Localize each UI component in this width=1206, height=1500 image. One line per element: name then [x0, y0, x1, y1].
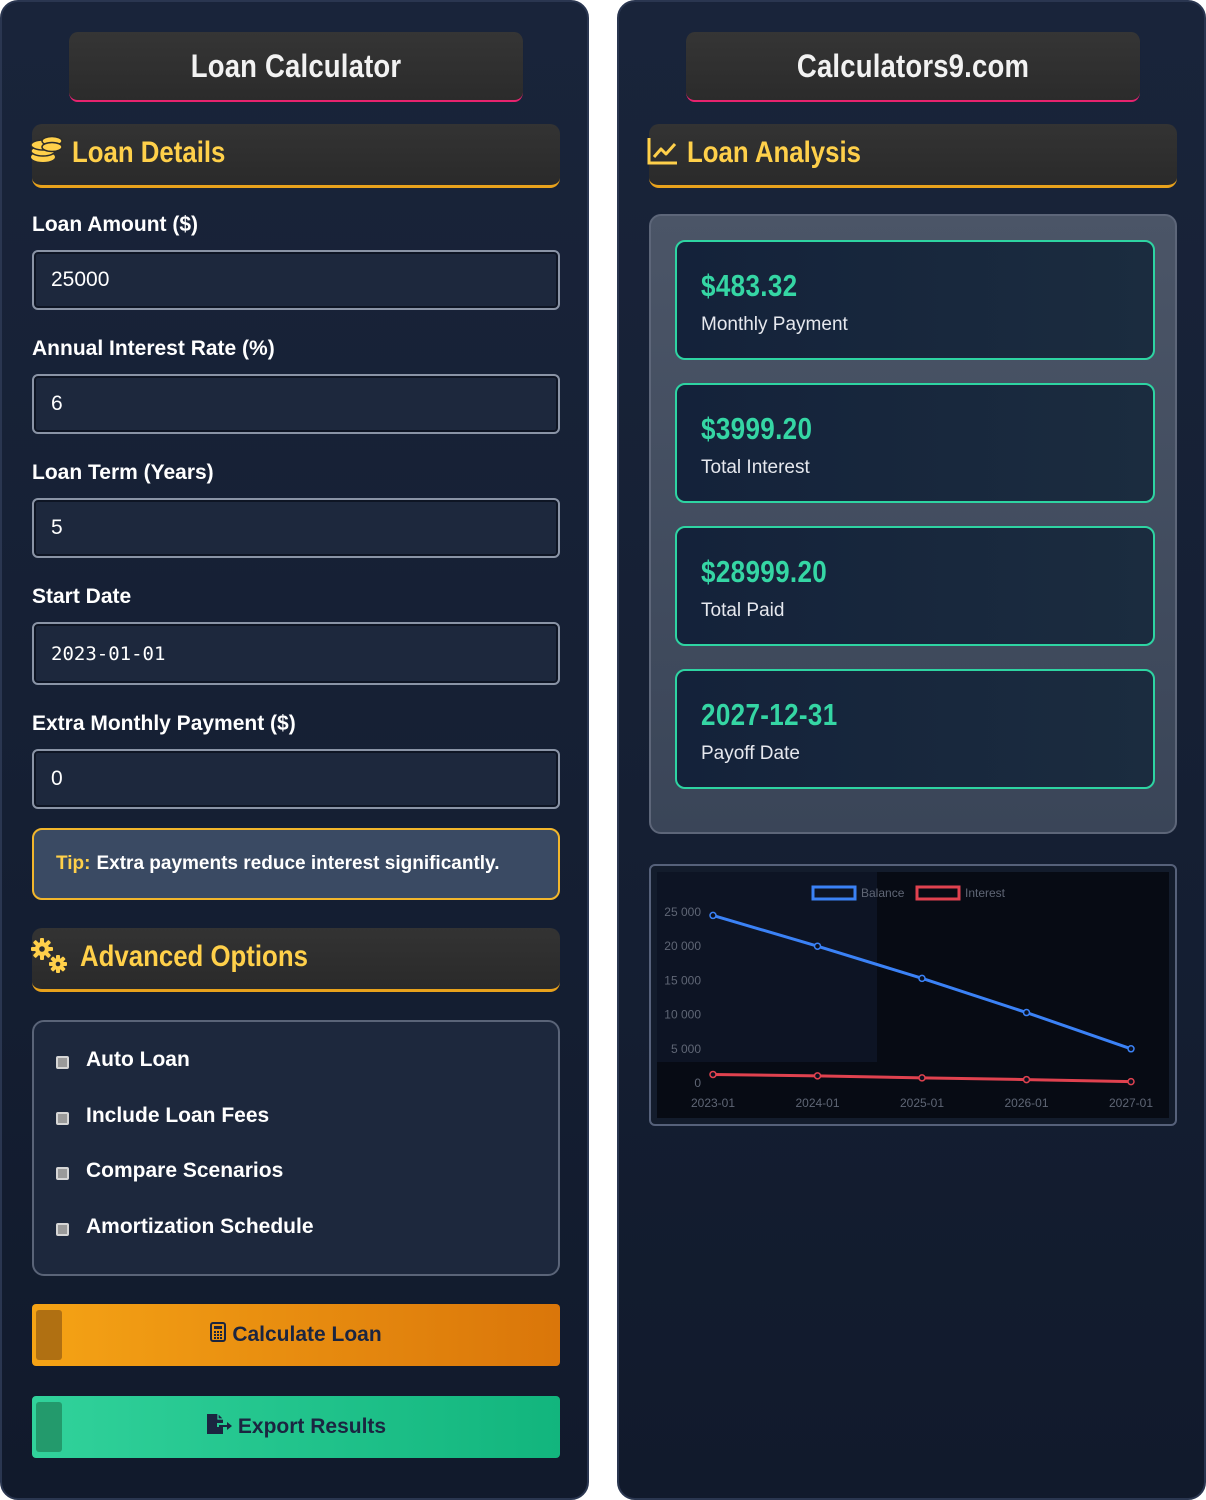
calculate-loan-button[interactable]: Calculate Loan — [32, 1304, 560, 1366]
loan-details-title: Loan Details — [72, 136, 226, 169]
interest-rate-label: Annual Interest Rate (%) — [32, 337, 275, 360]
option-include-loan-fees[interactable]: Include Loan Fees — [56, 1104, 269, 1128]
option-auto-loan[interactable]: Auto Loan — [56, 1048, 190, 1072]
export-label: Export Results — [237, 1415, 387, 1438]
tip-key: Tip: — [56, 853, 91, 874]
calculator-title-text: Loan Calculator — [190, 47, 402, 84]
auto-loan-checkbox[interactable] — [56, 1055, 69, 1069]
loan-analysis-title: Loan Analysis — [687, 136, 861, 169]
data-point-balance — [1127, 1045, 1135, 1053]
amortization-checkbox[interactable] — [56, 1222, 69, 1236]
data-point-balance — [1022, 1008, 1031, 1017]
legend-label: Balance — [861, 886, 905, 900]
option-label: Include Loan Fees — [86, 1104, 270, 1127]
tip-text: Extra payments reduce interest significa… — [96, 853, 500, 874]
payoff-date-label: Payoff Date — [701, 743, 800, 764]
results-summary: $483.32 Monthly Payment $3999.20 Total I… — [649, 214, 1177, 834]
data-point-balance — [918, 974, 926, 983]
loan-amount-input[interactable] — [32, 250, 560, 310]
line-chart-icon — [647, 136, 679, 171]
option-amortization-schedule[interactable]: Amortization Schedule — [56, 1215, 314, 1239]
x-tick-label: 2026-01 — [1004, 1096, 1048, 1110]
advanced-options-title: Advanced Options — [80, 940, 308, 973]
data-point-interest — [1127, 1077, 1135, 1086]
button-edge — [36, 1402, 62, 1452]
y-tick-label: 15 000 — [664, 973, 701, 987]
site-title-text: Calculators9.com — [796, 47, 1030, 84]
loan-details-header: Loan Details — [30, 124, 560, 188]
compare-scenarios-checkbox[interactable] — [56, 1166, 69, 1180]
total-paid-label: Total Paid — [701, 600, 785, 621]
total-interest-label: Total Interest — [701, 457, 810, 478]
calculate-label: Calculate Loan — [232, 1323, 382, 1346]
calculator-icon — [210, 1322, 232, 1348]
x-tick-label: 2023-01 — [691, 1096, 735, 1110]
payoff-date-card: 2027-12-31 Payoff Date — [675, 669, 1155, 789]
data-point-balance — [709, 911, 717, 920]
x-tick-label: 2027-01 — [1109, 1096, 1153, 1110]
loan-term-label: Loan Term (Years) — [32, 461, 214, 484]
total-paid-card: $28999.20 Total Paid — [675, 526, 1155, 646]
option-label: Auto Loan — [86, 1048, 190, 1071]
data-point-interest — [709, 1070, 717, 1079]
start-date-label: Start Date — [32, 585, 132, 608]
total-interest-card: $3999.20 Total Interest — [675, 383, 1155, 503]
y-tick-label: 0 — [694, 1076, 701, 1090]
loan-term-input[interactable] — [32, 498, 560, 558]
loan-analysis-header: Loan Analysis — [647, 124, 1177, 188]
loan-input-panel: Loan Calculator Loan Details Loan Amount… — [0, 0, 589, 1500]
total-paid-value: $28999.20 — [701, 554, 828, 589]
y-tick-label: 25 000 — [664, 905, 701, 919]
button-edge — [36, 1310, 62, 1360]
y-tick-label: 10 000 — [664, 1008, 701, 1022]
loan-results-panel: Calculators9.com Loan Analysis $483.32 M… — [617, 0, 1206, 1500]
extra-payment-input[interactable] — [32, 749, 560, 809]
monthly-payment-value: $483.32 — [701, 268, 798, 303]
export-results-button[interactable]: Export Results — [32, 1396, 560, 1458]
y-tick-label: 20 000 — [664, 939, 701, 953]
advanced-options-header: Advanced Options — [30, 928, 560, 992]
site-title: Calculators9.com — [685, 32, 1141, 102]
payoff-date-value: 2027-12-31 — [701, 697, 838, 732]
chart-canvas: Balance Interest 0 5 000 10 000 15 000 20 000… — [657, 872, 1169, 1118]
option-label: Amortization Schedule — [86, 1215, 314, 1238]
option-label: Compare Scenarios — [86, 1159, 284, 1182]
extra-payment-label: Extra Monthly Payment ($) — [32, 712, 296, 735]
loan-balance-chart: Balance Interest 0 5 000 10 000 15 000 20 000… — [649, 864, 1177, 1126]
interest-rate-input[interactable] — [32, 374, 560, 434]
x-tick-label: 2024-01 — [795, 1096, 839, 1110]
loan-fees-checkbox[interactable] — [56, 1111, 69, 1125]
data-point-interest — [813, 1072, 822, 1080]
data-point-interest — [1022, 1075, 1031, 1084]
loan-amount-label: Loan Amount ($) — [32, 213, 199, 236]
gears-icon — [30, 936, 70, 981]
data-point-interest — [918, 1074, 926, 1082]
y-tick-label: 5 000 — [671, 1042, 701, 1056]
file-export-icon — [206, 1413, 238, 1441]
x-tick-label: 2025-01 — [900, 1096, 944, 1110]
legend-label: Interest — [965, 886, 1006, 900]
total-interest-value: $3999.20 — [701, 411, 813, 446]
option-compare-scenarios[interactable]: Compare Scenarios — [56, 1159, 283, 1183]
advanced-options-list: Auto Loan Include Loan Fees Compare Scen… — [32, 1020, 560, 1276]
coins-icon — [30, 133, 64, 172]
calculator-title: Loan Calculator — [68, 32, 524, 102]
monthly-payment-card: $483.32 Monthly Payment — [675, 240, 1155, 360]
monthly-payment-label: Monthly Payment — [701, 314, 848, 335]
tip-box: Tip: Extra payments reduce interest sign… — [32, 828, 560, 900]
start-date-input[interactable] — [32, 622, 560, 685]
data-point-balance — [813, 942, 822, 950]
